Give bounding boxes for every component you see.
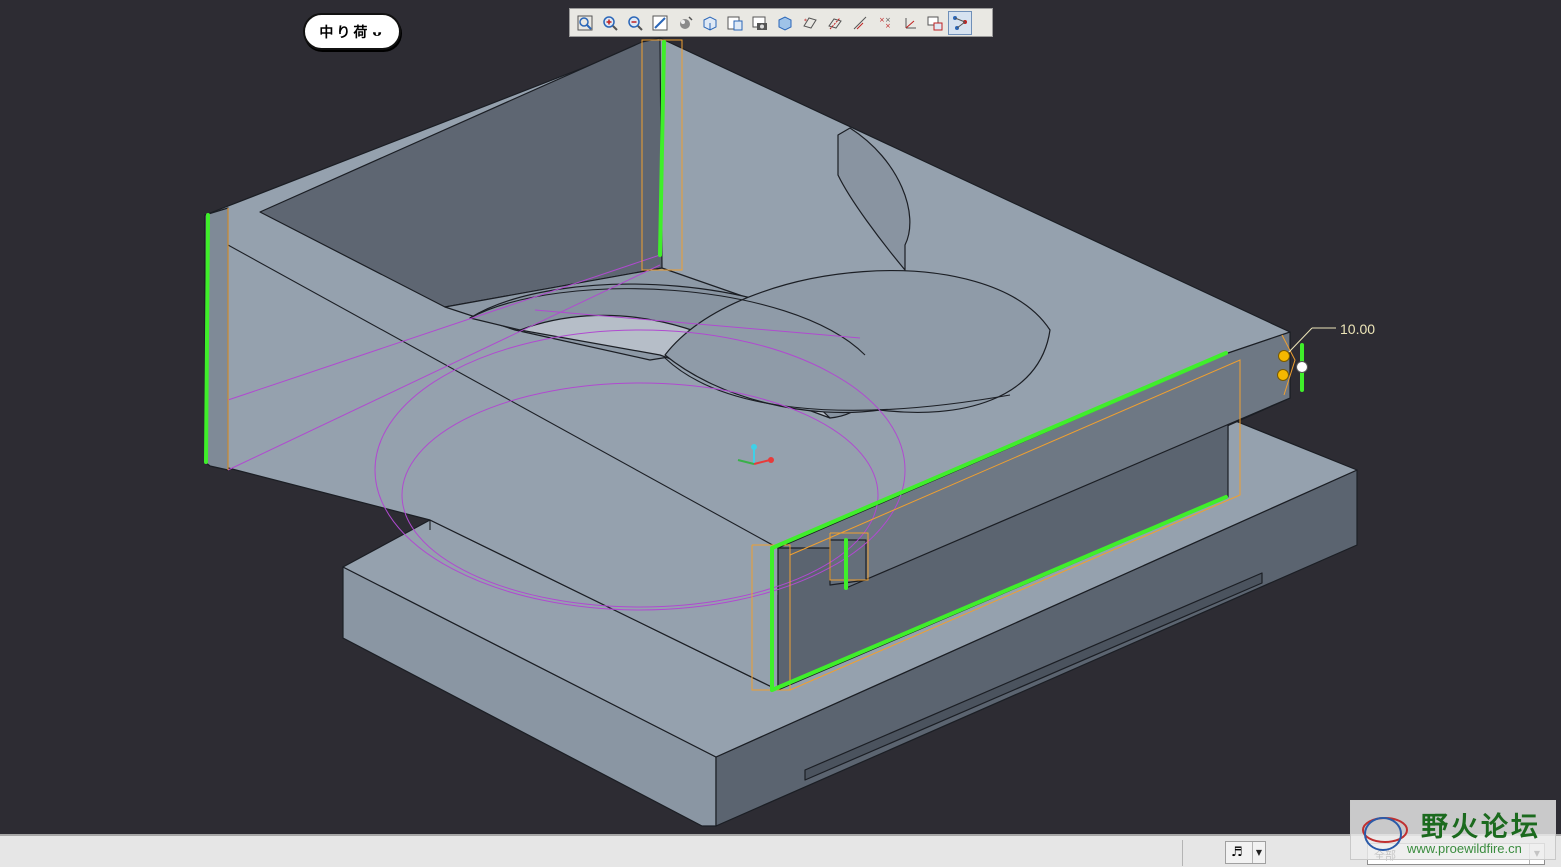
watermark-url: www.proewildfire.cn: [1407, 841, 1522, 856]
zoom-in-icon[interactable]: [598, 11, 622, 35]
display-style-icon[interactable]: [723, 11, 747, 35]
datum-planes-icon[interactable]: *: [798, 11, 822, 35]
datum-points-icon[interactable]: [848, 11, 872, 35]
refit-view-icon[interactable]: [573, 11, 597, 35]
logo-chip-text: 中り荷: [319, 24, 371, 41]
model-viewport[interactable]: [0, 0, 1561, 834]
saved-views-icon[interactable]: [698, 11, 722, 35]
svg-text:×: ×: [879, 16, 885, 24]
logo-chip: 中り荷 ᴗ: [303, 13, 401, 50]
annotation-display-icon[interactable]: [923, 11, 947, 35]
chevron-down-icon[interactable]: ▼: [1252, 842, 1265, 863]
view-manager-icon[interactable]: [773, 11, 797, 35]
graphics-window[interactable]: 10.00: [0, 0, 1561, 834]
selected-edge-left: [204, 213, 210, 464]
datum-axes-icon[interactable]: [823, 11, 847, 35]
find-button[interactable]: ♬ ▼: [1225, 841, 1266, 864]
status-separator: [1182, 840, 1183, 866]
binoculars-icon: ♬: [1231, 845, 1243, 860]
status-bar: ♬ ▼ 全部 ▼: [0, 834, 1561, 867]
repaint-icon[interactable]: [648, 11, 672, 35]
svg-text:×: ×: [885, 16, 891, 24]
coordinate-systems-icon[interactable]: × × ×: [873, 11, 897, 35]
dimension-value[interactable]: 10.00: [1340, 321, 1375, 337]
spin-center-icon[interactable]: [898, 11, 922, 35]
flip-handle: [1296, 361, 1308, 373]
svg-text:*: *: [804, 18, 807, 25]
zoom-out-icon[interactable]: [623, 11, 647, 35]
forum-watermark: 野火论坛 www.proewildfire.cn: [1350, 800, 1556, 860]
reorient-icon[interactable]: [748, 11, 772, 35]
drag-handle-top: [1278, 350, 1290, 362]
cat-icon: ᴗ: [372, 23, 385, 40]
watermark-title: 野火论坛: [1421, 812, 1541, 843]
model-tree-display-icon[interactable]: [948, 10, 972, 35]
orient-mode-icon[interactable]: [673, 11, 697, 35]
drag-handle-bottom: [1277, 369, 1289, 381]
view-toolbar: * × × ×: [569, 8, 993, 37]
